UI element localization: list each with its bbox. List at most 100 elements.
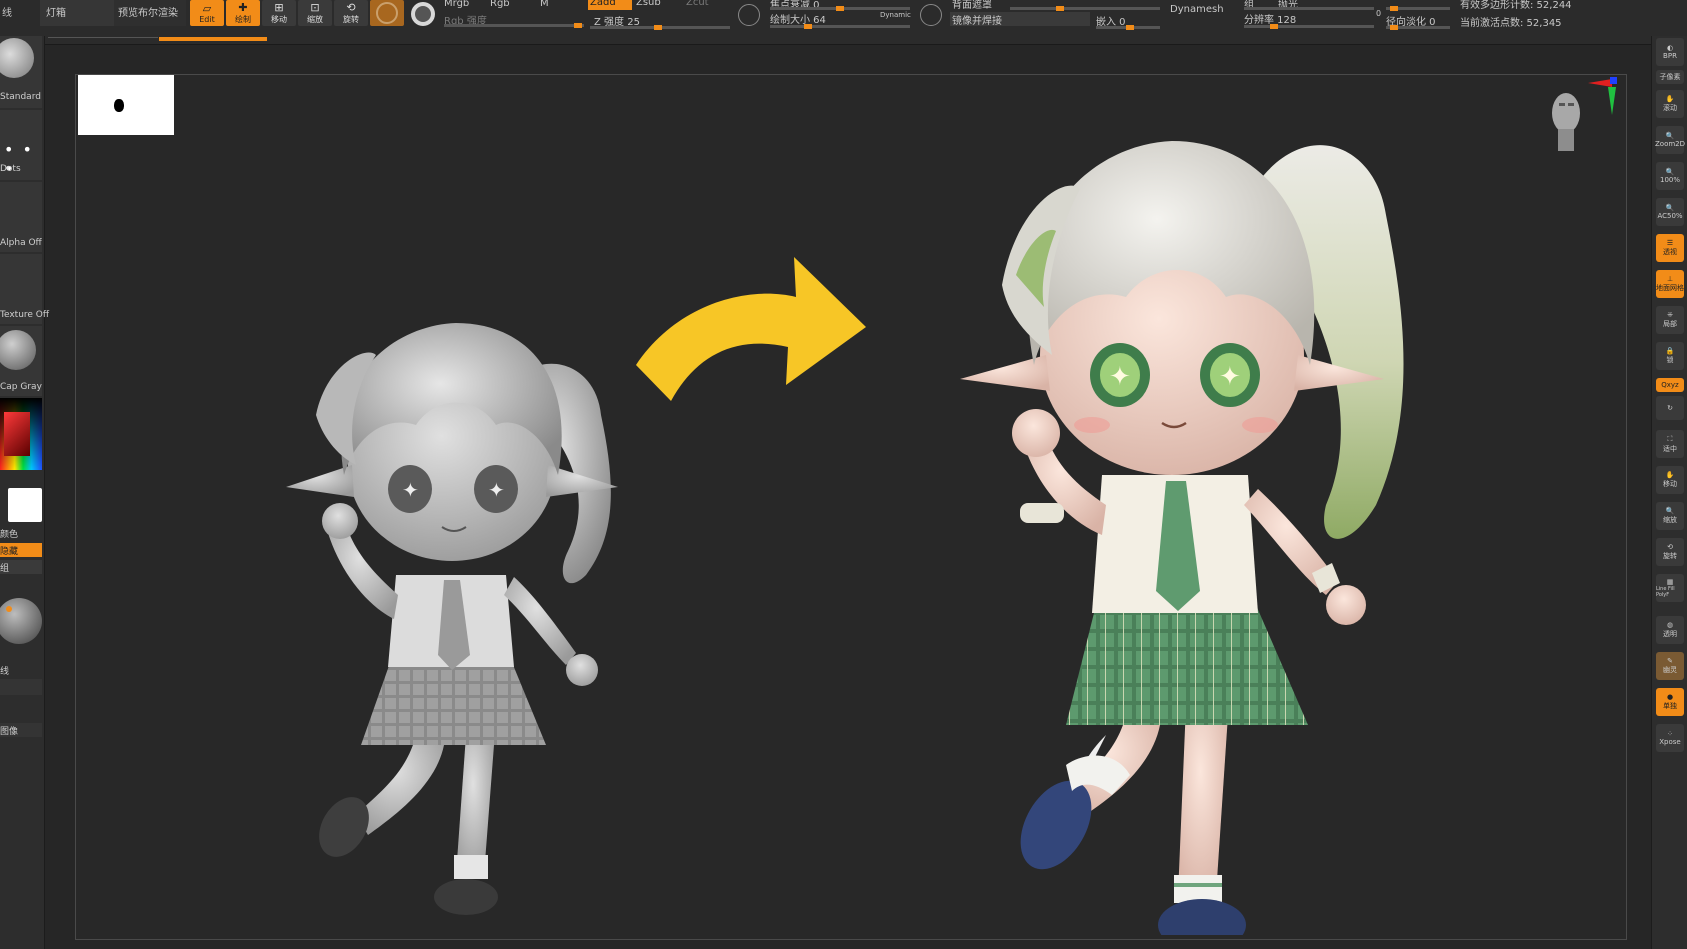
y-axis-icon (1608, 87, 1616, 115)
menu-line[interactable]: 线 (2, 4, 12, 19)
m-toggle[interactable]: M (540, 0, 549, 9)
dynamic-toggle[interactable]: Dynamic (880, 11, 911, 19)
rotate-button[interactable]: ⟲ 旋转 (334, 0, 368, 26)
frame-button[interactable]: ⛶ 适中 (1656, 430, 1684, 458)
line-label: 线 (0, 667, 10, 677)
embed-track[interactable] (1096, 25, 1160, 30)
scroll-button[interactable]: ✋ 滚动 (1656, 90, 1684, 118)
zoom3d-button[interactable]: 🔍 缩放 (1656, 502, 1684, 530)
rgb-intensity-track[interactable] (444, 23, 584, 28)
move-button[interactable]: ⊞ 移动 (262, 0, 296, 26)
zadd-button[interactable]: Zadd (588, 0, 632, 10)
hide-toggle[interactable]: 隐藏 (0, 543, 42, 557)
mrgb-toggle[interactable]: Mrgb (444, 0, 469, 9)
rotate3d-icon: ⟲ (1667, 543, 1673, 551)
rotate-axis-button[interactable]: ↻ (1656, 396, 1684, 420)
local-button[interactable]: ⁜ 局部 (1656, 306, 1684, 334)
floor-button[interactable]: ⊥ 地面网格 (1656, 270, 1684, 298)
draw-size-track[interactable] (770, 24, 910, 29)
tilde-value: 0 (1376, 9, 1382, 18)
color-picker[interactable] (0, 398, 42, 470)
standard-brush-icon (0, 38, 34, 78)
gizmo-sphere-icon[interactable] (0, 598, 42, 644)
scale-button[interactable]: ⊡ 缩放 (298, 0, 332, 26)
zoom2d-icon: 🔍 (1665, 132, 1675, 140)
zoom100-label: 100% (1659, 176, 1680, 184)
solo-button[interactable]: ● 单独 (1656, 688, 1684, 716)
resolution-track[interactable] (1244, 24, 1374, 29)
d-pivot-icon[interactable] (920, 4, 942, 26)
sculpt-mode-button[interactable] (370, 0, 404, 26)
backface-track[interactable] (1010, 6, 1160, 11)
xyz-button[interactable]: Qxyz (1656, 378, 1684, 392)
lock-button[interactable]: 🔒 锁 (1656, 342, 1684, 370)
ac50-button[interactable]: 🔍 AC50% (1656, 198, 1684, 226)
linefill-button[interactable]: ▦ Line Fill PolyF (1656, 574, 1684, 602)
edit-button[interactable]: ▱ Edit (190, 0, 224, 26)
preview-render-button[interactable]: 预览布尔渲染 (114, 0, 186, 26)
mirror-weld-button[interactable]: 镜像并焊接 (950, 12, 1090, 27)
zoom100-button[interactable]: 🔍 100% (1656, 162, 1684, 190)
draw-button[interactable]: ✚ 绘制 (226, 0, 260, 26)
perspective-button[interactable]: ☰ 透视 (1656, 234, 1684, 262)
viewport-canvas[interactable]: ✦ ✦ ✦ ✦ (75, 74, 1627, 940)
focal-shift-track[interactable] (770, 6, 910, 11)
subpixel-label: 子像素 (1659, 73, 1681, 81)
zoom2d-button[interactable]: 🔍 Zoom2D (1655, 126, 1685, 154)
xpose-label: Xpose (1659, 738, 1681, 746)
bpr-icon: ◐ (1666, 44, 1674, 52)
ac50-label: AC50% (1657, 212, 1683, 220)
dynamesh-button[interactable]: Dynamesh (1170, 4, 1224, 15)
transparent-button[interactable]: ◍ 透明 (1656, 616, 1684, 644)
color-square[interactable] (4, 412, 30, 456)
zcut-button[interactable]: Zcut (686, 0, 709, 8)
alpha-selector[interactable]: Alpha Off (0, 182, 42, 252)
rotate3d-button[interactable]: ⟲ 旋转 (1656, 538, 1684, 566)
navigator-thumbnail[interactable] (78, 75, 174, 135)
left-tool-shelf: Standard • • • Dots Alpha Off Texture Of… (0, 36, 49, 949)
orientation-gizmo[interactable] (1536, 75, 1620, 165)
sphere-icon (376, 2, 398, 24)
group-label: 组 (0, 564, 10, 574)
brush-selector[interactable]: Standard (0, 36, 42, 108)
blur-track[interactable] (1386, 6, 1450, 11)
zsub-button[interactable]: Zsub (636, 0, 661, 8)
lightbox-button[interactable]: 灯箱 (40, 0, 114, 26)
stroke-selector[interactable]: • • • Dots (0, 110, 42, 180)
group-toggle-left[interactable]: 组 (0, 560, 42, 574)
move3d-label: 移动 (1663, 480, 1677, 488)
image-button[interactable]: 图像 (0, 723, 42, 737)
rgb-toggle[interactable]: Rgb (490, 0, 510, 9)
navigator-silhouette (114, 99, 124, 112)
painted-sculpt-model[interactable]: ✦ ✦ (916, 35, 1496, 935)
subpixel-button[interactable]: 子像素 (1656, 70, 1684, 84)
preview-render-label: 预览布尔渲染 (118, 8, 178, 19)
backface-mask-button[interactable]: 背面遮罩 (952, 0, 992, 11)
z-intensity-track[interactable] (590, 25, 730, 30)
main-color-swatch[interactable] (8, 488, 42, 522)
stroke-label: Dots (0, 164, 21, 174)
floor-label: 地面网格 (1656, 284, 1684, 292)
local-label: 局部 (1663, 320, 1677, 328)
lock-icon: 🔒 (1665, 347, 1675, 355)
s-pivot-icon[interactable] (738, 4, 760, 26)
polish-track[interactable] (1244, 7, 1374, 10)
bpr-button[interactable]: ◐ BPR (1656, 38, 1684, 66)
ghost-icon: ✎ (1667, 657, 1673, 665)
material-swatch-icon[interactable] (411, 2, 435, 26)
radial-fade-track[interactable] (1386, 25, 1450, 30)
edit-label: Edit (199, 15, 215, 24)
svg-text:✦: ✦ (488, 478, 505, 502)
xpose-button[interactable]: ⁘ Xpose (1656, 724, 1684, 752)
divider-tile (0, 679, 42, 695)
texture-selector[interactable]: Texture Off (0, 254, 49, 324)
ghost-button[interactable]: ✎ 幽灵 (1656, 652, 1684, 680)
solo-icon: ● (1666, 693, 1674, 701)
rotate-label: 旋转 (343, 15, 359, 24)
material-selector[interactable]: Cap Gray (0, 326, 42, 396)
hide-label: 隐藏 (0, 547, 19, 557)
draw-size-slider[interactable]: 绘制大小 64 (770, 11, 826, 26)
floor-icon: ⊥ (1666, 275, 1674, 283)
gray-sculpt-model[interactable]: ✦ ✦ (256, 275, 676, 935)
move3d-button[interactable]: ✋ 移动 (1656, 466, 1684, 494)
